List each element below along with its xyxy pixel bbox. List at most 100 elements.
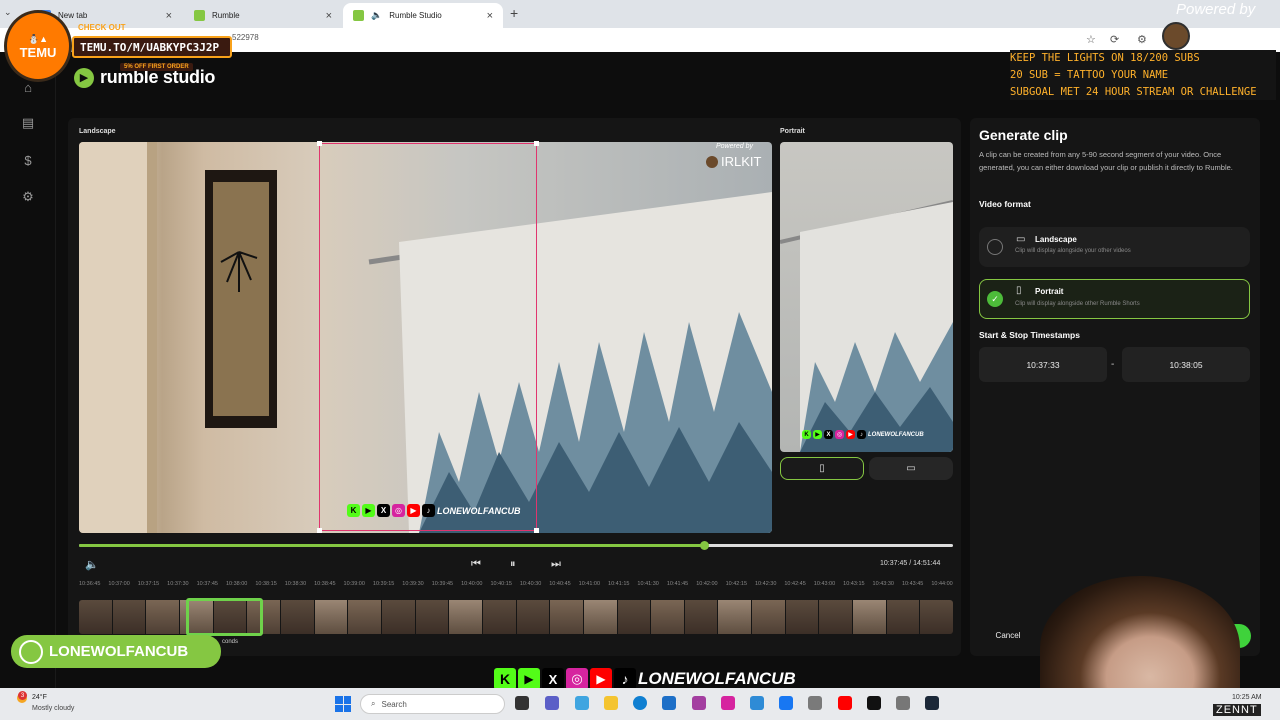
filmstrip-frame bbox=[381, 600, 415, 634]
tab-rumble[interactable]: Rumble × bbox=[184, 3, 342, 28]
close-tab-icon[interactable]: × bbox=[487, 10, 493, 22]
bookmark-star-icon[interactable]: ☆ bbox=[1086, 33, 1096, 46]
timeline-tick-label: 10:37:30 bbox=[167, 581, 189, 587]
crop-selection-box[interactable] bbox=[319, 143, 537, 531]
portrait-radio-checked[interactable]: ✓ bbox=[987, 291, 1003, 307]
volume-icon[interactable]: 🔈 bbox=[85, 558, 99, 571]
timeline-ruler: 10:36:45 10:37:00 10:37:15 10:37:30 10:37:45… bbox=[79, 581, 953, 593]
playback-scrubber-handle[interactable] bbox=[699, 541, 709, 550]
timestamp-separator: - bbox=[1111, 359, 1115, 370]
stop-timestamp-field[interactable]: 10:38:05 bbox=[1122, 347, 1250, 382]
crop-handle-bottom-left[interactable] bbox=[317, 528, 322, 533]
store-icon[interactable] bbox=[662, 696, 676, 710]
instagram-icon: ◎ bbox=[835, 430, 844, 439]
landscape-toggle-button[interactable]: ▭ bbox=[869, 457, 953, 480]
taskbar-clock[interactable]: 10:25 AM bbox=[1232, 694, 1262, 701]
clip-range-selection[interactable] bbox=[186, 598, 263, 636]
timeline-tick-label: 10:39:30 bbox=[402, 581, 424, 587]
weather-temperature[interactable]: 24°F bbox=[32, 694, 47, 701]
tab-label: Rumble bbox=[212, 11, 240, 20]
taskbar-search[interactable]: ⌕ Search bbox=[360, 694, 505, 714]
steam-icon[interactable] bbox=[925, 696, 939, 710]
timeline-tick-label: 10:43:45 bbox=[901, 581, 924, 587]
playback-timecode: 10:37:45 / 14:51:44 bbox=[880, 560, 941, 567]
book-icon[interactable]: ▤ bbox=[19, 114, 37, 132]
irlkit-bear-icon bbox=[1162, 22, 1190, 50]
timeline-tick-label: 10:42:00 bbox=[696, 581, 718, 587]
rumble-favicon-icon bbox=[194, 10, 205, 21]
windows-start-icon[interactable] bbox=[335, 696, 351, 712]
portrait-video-preview: K ▶ X ◎ ▶ ♪ LONEWOLFANCUB bbox=[780, 142, 953, 452]
dollar-icon[interactable]: $ bbox=[19, 151, 37, 169]
file-explorer-icon[interactable] bbox=[604, 696, 618, 710]
portrait-option-title: Portrait bbox=[1035, 287, 1064, 296]
app-icon[interactable] bbox=[896, 696, 910, 710]
portrait-toggle-button[interactable]: ▯ bbox=[780, 457, 864, 480]
timeline-tick-label: 10:39:00 bbox=[343, 581, 365, 587]
edge-icon[interactable] bbox=[633, 696, 647, 710]
task-view-icon[interactable] bbox=[515, 696, 529, 710]
tab-rumble-studio[interactable]: 🔈 Rumble Studio × bbox=[343, 3, 503, 28]
portrait-phone-icon: ▯ bbox=[1016, 285, 1022, 296]
streamer-handle-pill: LONEWOLFANCUB bbox=[11, 635, 221, 668]
rumble-play-icon: ▶ bbox=[74, 67, 94, 88]
skip-back-icon[interactable]: ⏮ bbox=[471, 558, 481, 571]
handle-text: LONEWOLFANCUB bbox=[49, 643, 189, 660]
start-timestamp-field[interactable]: 10:37:33 bbox=[979, 347, 1107, 382]
filmstrip-frame bbox=[550, 600, 583, 634]
landscape-screen-icon: ▭ bbox=[1016, 234, 1026, 245]
teams-icon[interactable] bbox=[545, 696, 559, 710]
timeline-tick-label: 10:41:15 bbox=[608, 581, 630, 587]
timeline-tick-label: 10:38:15 bbox=[255, 581, 277, 587]
weather-description[interactable]: Mostly cloudy bbox=[32, 705, 74, 712]
check-icon: ✓ bbox=[991, 293, 999, 304]
settings-icon[interactable]: ⚙ bbox=[19, 188, 37, 206]
skip-forward-icon[interactable]: ⏭ bbox=[551, 558, 561, 571]
filmstrip-frame bbox=[583, 600, 617, 634]
goal-line: 20 SUB = TATTOO YOUR NAME bbox=[1010, 69, 1169, 81]
sidebar-rail bbox=[0, 52, 56, 688]
timeline-tick-label: 10:40:30 bbox=[519, 581, 542, 587]
timeline-tick-label: 10:40:45 bbox=[549, 581, 571, 587]
panel-description: A clip can be created from any 5-90 seco… bbox=[979, 150, 1233, 172]
tab-search-chevron-icon[interactable]: ⌄ bbox=[4, 7, 12, 18]
overlay-powered-by: Powered by bbox=[1176, 1, 1256, 18]
close-tab-icon[interactable]: × bbox=[326, 10, 332, 22]
crop-handle-top-left[interactable] bbox=[317, 141, 322, 146]
app-icon[interactable] bbox=[750, 696, 764, 710]
netflix-icon[interactable] bbox=[867, 696, 881, 710]
crop-handle-bottom-right[interactable] bbox=[534, 528, 539, 533]
app-icon[interactable] bbox=[692, 696, 706, 710]
playback-progress-fill bbox=[79, 544, 704, 547]
timeline-tick-label: 10:39:15 bbox=[372, 581, 395, 587]
tab-label: Rumble Studio bbox=[389, 11, 442, 20]
timeline-tick-label: 10:37:45 bbox=[196, 581, 218, 587]
timeline-tick-label: 10:40:00 bbox=[461, 581, 483, 587]
extensions-icon[interactable]: ⟳ bbox=[1110, 33, 1119, 46]
new-tab-plus-icon[interactable]: + bbox=[510, 5, 518, 21]
url-text[interactable]: 522978 bbox=[232, 33, 259, 42]
format-option-landscape[interactable] bbox=[979, 227, 1250, 267]
filmstrip-frame bbox=[617, 600, 651, 634]
app-icon[interactable] bbox=[808, 696, 822, 710]
video-format-heading: Video format bbox=[979, 199, 1031, 209]
youtube-app-icon[interactable] bbox=[838, 696, 852, 710]
crop-handle-top-right[interactable] bbox=[534, 141, 539, 146]
filmstrip-frame bbox=[482, 600, 516, 634]
instagram-app-icon[interactable] bbox=[721, 696, 735, 710]
timeline-tick-label: 10:44:00 bbox=[931, 581, 953, 587]
timeline-tick-label: 10:40:15 bbox=[490, 581, 512, 587]
pause-icon[interactable]: ⏸ bbox=[510, 558, 516, 571]
landscape-radio[interactable] bbox=[987, 239, 1003, 255]
facebook-icon[interactable] bbox=[779, 696, 793, 710]
filmstrip-frame bbox=[651, 600, 684, 634]
cancel-button[interactable]: Cancel bbox=[983, 625, 1033, 645]
portrait-label: Portrait bbox=[780, 128, 805, 135]
tiktok-icon: ♪ bbox=[857, 430, 866, 439]
portrait-option-desc: Clip will display alongside other Rumble… bbox=[1015, 301, 1140, 307]
close-tab-icon[interactable]: × bbox=[166, 10, 172, 22]
copilot-icon[interactable] bbox=[575, 696, 589, 710]
filmstrip-frame bbox=[415, 600, 449, 634]
x-icon: X bbox=[824, 430, 833, 439]
profile-icon[interactable]: ⚙ bbox=[1137, 33, 1147, 46]
